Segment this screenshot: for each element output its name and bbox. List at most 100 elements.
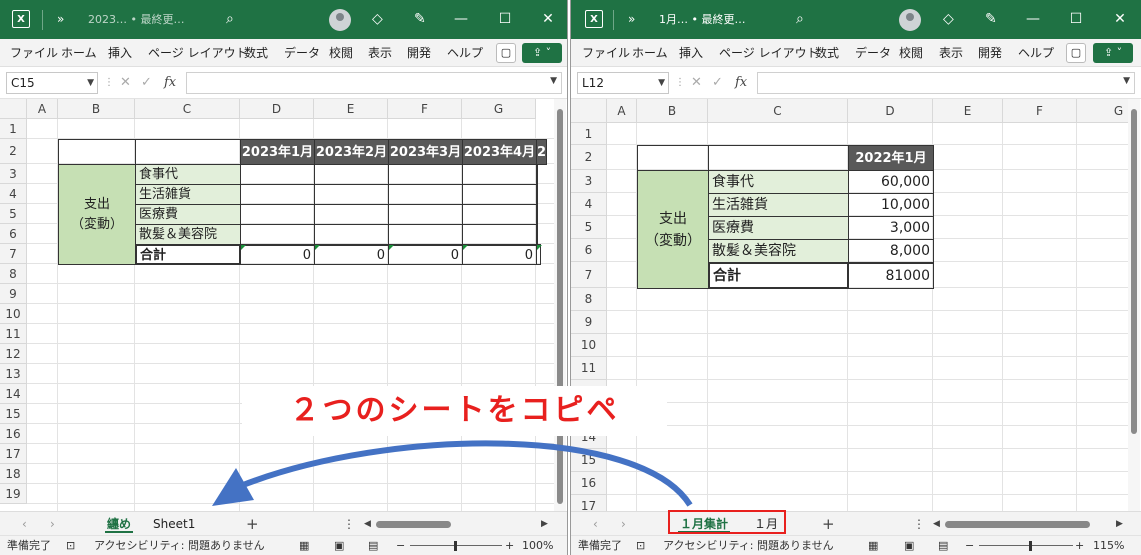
scroll-right-icon[interactable]: ▶ bbox=[1116, 512, 1123, 536]
sheet-tab-sheet1[interactable]: Sheet1 bbox=[147, 512, 201, 536]
row-header[interactable]: 13 bbox=[0, 364, 27, 384]
zoom-knob[interactable] bbox=[1029, 541, 1032, 551]
column-header[interactable]: A bbox=[607, 99, 637, 123]
zoom-knob[interactable] bbox=[454, 541, 457, 551]
search-icon[interactable]: ⌕ bbox=[796, 0, 804, 39]
column-header[interactable]: E bbox=[314, 99, 388, 119]
expense-item-label[interactable]: 医療費 bbox=[135, 204, 241, 225]
minimize-button[interactable]: — bbox=[448, 0, 474, 39]
month-header-cell[interactable]: 2 bbox=[536, 139, 548, 165]
menu-review[interactable]: 校閲 bbox=[899, 39, 923, 67]
accessibility-status[interactable]: アクセシビリティ: 問題ありません bbox=[94, 536, 265, 555]
comment-icon[interactable]: ▢ bbox=[496, 43, 516, 63]
month-header-cell[interactable]: 2022年1月 bbox=[848, 145, 934, 171]
page-break-view-icon[interactable]: ▤ bbox=[368, 536, 378, 555]
row-header[interactable]: 15 bbox=[0, 404, 27, 424]
menu-developer[interactable]: 開発 bbox=[407, 39, 431, 67]
page-layout-view-icon[interactable]: ▣ bbox=[334, 536, 344, 555]
formula-input[interactable]: ▼ bbox=[186, 72, 562, 94]
row-header[interactable]: 8 bbox=[0, 264, 27, 284]
row-header[interactable]: 10 bbox=[571, 334, 607, 357]
row-header[interactable]: 1 bbox=[0, 119, 27, 139]
total-label-cell[interactable]: 合計 bbox=[135, 244, 241, 265]
maximize-button[interactable]: ☐ bbox=[1063, 0, 1089, 39]
total-value-cell[interactable]: 81000 bbox=[848, 262, 934, 289]
column-header[interactable]: A bbox=[27, 99, 58, 119]
data-cell[interactable] bbox=[240, 204, 315, 225]
row-header[interactable]: 15 bbox=[571, 449, 607, 472]
row-header[interactable]: 18 bbox=[0, 464, 27, 484]
total-value-cell[interactable]: 0 bbox=[314, 244, 389, 265]
scroll-thumb[interactable] bbox=[376, 521, 451, 528]
expense-item-label[interactable]: 生活雑貨 bbox=[135, 184, 241, 205]
column-header[interactable]: G bbox=[462, 99, 536, 119]
menu-file[interactable]: ファイル bbox=[582, 39, 630, 67]
name-box[interactable]: C15 ▼ bbox=[6, 72, 98, 94]
scroll-thumb[interactable] bbox=[1131, 109, 1137, 434]
add-sheet-icon[interactable]: + bbox=[822, 512, 835, 536]
total-value-cell[interactable]: 0 bbox=[240, 244, 315, 265]
cancel-icon[interactable]: ✕ bbox=[691, 72, 702, 94]
row-header[interactable]: 7 bbox=[571, 262, 607, 288]
sheet-tab-summary[interactable]: 纏め bbox=[101, 512, 137, 536]
pen-icon[interactable]: ✎ bbox=[985, 0, 997, 39]
zoom-level[interactable]: 100% bbox=[522, 536, 553, 555]
data-cell[interactable] bbox=[388, 164, 463, 185]
expense-item-label[interactable]: 医療費 bbox=[708, 216, 849, 240]
data-cell[interactable] bbox=[314, 164, 389, 185]
zoom-out-icon[interactable]: − bbox=[965, 536, 974, 555]
month-header-cell[interactable]: 2023年3月 bbox=[388, 139, 463, 165]
data-cell[interactable] bbox=[314, 184, 389, 205]
confirm-icon[interactable]: ✓ bbox=[141, 72, 152, 94]
select-all-corner[interactable] bbox=[571, 99, 607, 123]
expense-item-label[interactable]: 散髪＆美容院 bbox=[135, 224, 241, 245]
row-header[interactable]: 8 bbox=[571, 288, 607, 311]
tab-next-icon[interactable]: › bbox=[621, 512, 626, 536]
name-box[interactable]: L12 ▼ bbox=[577, 72, 669, 94]
menu-file[interactable]: ファイル bbox=[10, 39, 58, 67]
insert-function-icon[interactable]: fx bbox=[735, 72, 747, 94]
tab-prev-icon[interactable]: ‹ bbox=[593, 512, 598, 536]
total-label-cell[interactable]: 合計 bbox=[708, 262, 849, 289]
menu-insert[interactable]: 挿入 bbox=[679, 39, 703, 67]
blank-header-cell[interactable] bbox=[637, 145, 709, 171]
column-header[interactable]: C bbox=[708, 99, 848, 123]
blank-header-cell[interactable] bbox=[58, 139, 136, 165]
data-cell[interactable] bbox=[462, 164, 537, 185]
row-header[interactable]: 4 bbox=[0, 184, 27, 204]
row-header[interactable]: 10 bbox=[0, 304, 27, 324]
row-header[interactable]: 14 bbox=[0, 384, 27, 404]
confirm-icon[interactable]: ✓ bbox=[712, 72, 723, 94]
expense-value-cell[interactable]: 10,000 bbox=[848, 193, 934, 217]
data-cell[interactable] bbox=[536, 184, 538, 205]
menu-home[interactable]: ホーム bbox=[61, 39, 97, 67]
comment-icon[interactable]: ▢ bbox=[1066, 43, 1086, 63]
premium-diamond-icon[interactable]: ◇ bbox=[372, 0, 383, 39]
expense-value-cell[interactable]: 60,000 bbox=[848, 170, 934, 194]
zoom-in-icon[interactable]: + bbox=[505, 536, 514, 555]
month-header-cell[interactable]: 2023年4月 bbox=[462, 139, 537, 165]
row-header[interactable]: 6 bbox=[0, 224, 27, 244]
scroll-left-icon[interactable]: ◀ bbox=[364, 512, 371, 536]
page-break-view-icon[interactable]: ▤ bbox=[938, 536, 948, 555]
column-header[interactable]: F bbox=[1003, 99, 1077, 123]
row-header[interactable]: 9 bbox=[0, 284, 27, 304]
expense-value-cell[interactable]: 8,000 bbox=[848, 239, 934, 263]
document-title[interactable]: 1月… • 最終更… bbox=[659, 0, 745, 39]
blank-header-cell[interactable] bbox=[135, 139, 241, 165]
menu-data[interactable]: データ bbox=[284, 39, 320, 67]
column-header[interactable]: B bbox=[637, 99, 708, 123]
menu-help[interactable]: ヘルプ bbox=[1018, 39, 1054, 67]
row-header[interactable]: 17 bbox=[0, 444, 27, 464]
data-cell[interactable] bbox=[240, 184, 315, 205]
menu-developer[interactable]: 開発 bbox=[978, 39, 1002, 67]
normal-view-icon[interactable]: ▦ bbox=[868, 536, 878, 555]
menu-home[interactable]: ホーム bbox=[632, 39, 668, 67]
expense-value-cell[interactable]: 3,000 bbox=[848, 216, 934, 240]
zoom-out-icon[interactable]: − bbox=[396, 536, 405, 555]
maximize-button[interactable]: ☐ bbox=[492, 0, 518, 39]
data-cell[interactable] bbox=[462, 184, 537, 205]
zoom-in-icon[interactable]: + bbox=[1075, 536, 1084, 555]
horizontal-scrollbar[interactable] bbox=[374, 520, 542, 529]
expense-group-label[interactable]: 支出 （変動） bbox=[637, 170, 709, 289]
